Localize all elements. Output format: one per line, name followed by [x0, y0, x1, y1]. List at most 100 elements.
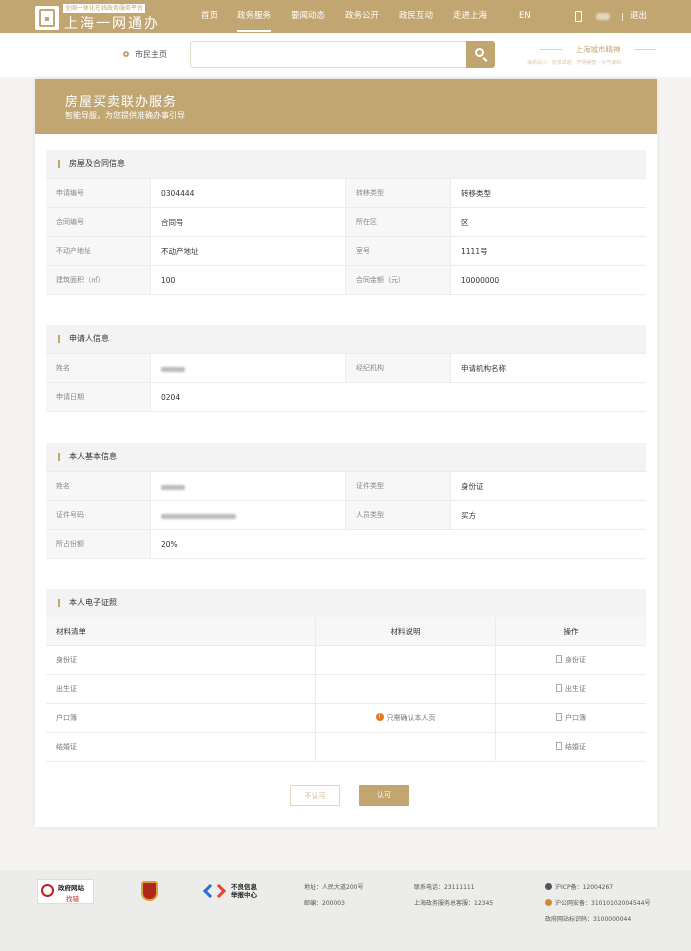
action-label[interactable]: 户口簿: [565, 714, 586, 722]
nav-gov-services[interactable]: 政务服务: [237, 0, 272, 33]
field-value: 10000000: [461, 276, 500, 285]
action-label[interactable]: 身份证: [565, 656, 586, 664]
field-value: 身份证: [461, 482, 484, 491]
footer-postcode: 邮编：200003: [304, 900, 345, 907]
personal-info-grid: 姓名 证件类型 身份证 证件号码 人员类型 买方 所占份额 20%: [46, 471, 646, 559]
table-row: 姓名 经纪机构 申请机构名称: [46, 354, 646, 383]
nav-gov-open[interactable]: 政务公开: [345, 0, 379, 33]
view-license-link[interactable]: 出生证: [496, 675, 646, 703]
field-label: 证件号码: [46, 501, 151, 529]
logo-icon[interactable]: [35, 6, 59, 30]
masked-name: [161, 484, 185, 490]
field-value: 不动产地址: [151, 237, 346, 265]
search-input[interactable]: [190, 41, 468, 68]
table-row: 所占份额 20%: [46, 530, 646, 559]
nav-news[interactable]: 要闻动态: [291, 0, 325, 33]
city-spirit-subtitle: 海纳百川 · 追求卓越 · 开明睿智 · 大气谦和: [527, 60, 622, 66]
report-center-icon[interactable]: [202, 883, 227, 899]
material-note: [316, 675, 496, 703]
footer-icp[interactable]: 沪ICP备：12004267: [545, 882, 613, 891]
field-value: 20%: [161, 540, 178, 549]
house-info-grid: 申请编号 0304444 转移类型 转移类型 合同编号 合同号 所在区 区 不动…: [46, 178, 646, 295]
nav-home[interactable]: 首页: [201, 0, 218, 33]
material-name: 身份证: [46, 646, 316, 674]
field-label: 姓名: [46, 472, 151, 500]
police-text[interactable]: 沪公网安备：31010102004544号: [555, 900, 650, 907]
nav-english[interactable]: EN: [519, 0, 531, 33]
police-badge-icon: [545, 899, 552, 906]
section-applicant-title: 申请人信息: [46, 325, 646, 353]
field-label: 合同编号: [46, 208, 151, 236]
table-row: 出生证 出生证: [46, 675, 646, 704]
material-name: 户口簿: [46, 704, 316, 732]
material-note: ! 只需确认本人页: [316, 704, 496, 732]
footer-phone: 联系电话：23111111: [414, 884, 475, 891]
report-center-name[interactable]: 不良信息举报中心: [231, 883, 261, 899]
material-note: [316, 646, 496, 674]
column-header: 材料清单: [46, 617, 316, 645]
nav-interaction[interactable]: 政民互动: [399, 0, 433, 33]
field-label: 人员类型: [346, 501, 451, 529]
action-label[interactable]: 结婚证: [565, 743, 586, 751]
field-value: 100: [151, 266, 346, 294]
footer-address: 地址：人民大道200号: [304, 884, 364, 891]
table-row: 姓名 证件类型 身份证: [46, 472, 646, 501]
field-label: 合同金额（元）: [346, 266, 451, 294]
field-value: 0204: [161, 393, 181, 402]
table-row: 结婚证 结婚证: [46, 733, 646, 762]
page-subtitle: 智能导服，为您提供准确办事引导: [65, 111, 185, 120]
table-row: 不动产地址 不动产地址 室号 1111号: [46, 237, 646, 266]
info-icon: [545, 883, 552, 890]
logo-name[interactable]: 上海一网通办: [64, 13, 160, 33]
city-spirit-title: 上海城市精神: [540, 44, 656, 55]
citizen-home-link[interactable]: 市民主页: [135, 49, 167, 60]
field-label: 所占份额: [46, 530, 151, 558]
icp-text[interactable]: 沪ICP备：12004267: [555, 884, 613, 891]
field-label: 不动产地址: [46, 237, 151, 265]
material-name: 出生证: [46, 675, 316, 703]
warning-icon: !: [375, 713, 384, 721]
section-license-title: 本人电子证照: [46, 589, 646, 617]
document-icon: [556, 655, 562, 663]
field-label: 所在区: [346, 208, 451, 236]
column-header: 操作: [563, 627, 579, 636]
gov-site-sub: 找错: [66, 895, 79, 903]
table-row: 身份证 身份证: [46, 646, 646, 675]
material-note: [316, 733, 496, 761]
magnifier-icon: [41, 884, 54, 897]
service-banner: 房屋买卖联办服务 智能导服，为您提供准确办事引导: [35, 79, 657, 134]
gov-site-error-report-logo[interactable]: 政府网站 找错: [37, 879, 94, 904]
field-value: [151, 501, 346, 529]
field-label: 建筑面积（㎡）: [46, 266, 151, 294]
mobile-icon[interactable]: [575, 11, 582, 22]
table-row: 建筑面积（㎡） 100 合同金额（元） 10000000: [46, 266, 646, 295]
view-license-link[interactable]: 身份证: [496, 646, 646, 674]
masked-name: [161, 366, 185, 372]
table-header-row: 材料清单 材料说明 操作: [46, 617, 646, 646]
table-row: 申请日期 0204: [46, 383, 646, 412]
material-name: 结婚证: [46, 733, 316, 761]
gov-site-title: 政府网站: [58, 884, 84, 892]
nav-about-shanghai[interactable]: 走进上海: [453, 0, 487, 33]
search-button[interactable]: [466, 41, 495, 68]
logout-link[interactable]: 退出: [630, 0, 647, 33]
field-value: 1111号: [461, 247, 488, 256]
view-license-link[interactable]: 结婚证: [496, 733, 646, 761]
field-value: [151, 354, 346, 382]
separator: |: [621, 12, 624, 21]
search-icon: [475, 48, 484, 57]
view-license-link[interactable]: 户口簿: [496, 704, 646, 732]
footer-site-code: 政府网站标识码：3100000044: [545, 916, 632, 923]
reject-button[interactable]: 不认可: [290, 785, 340, 806]
field-label: 室号: [346, 237, 451, 265]
field-label: 证件类型: [346, 472, 451, 500]
user-name[interactable]: [596, 13, 610, 20]
field-label: 姓名: [46, 354, 151, 382]
field-label: 转移类型: [346, 179, 451, 207]
party-emblem-icon[interactable]: [141, 881, 158, 901]
field-label: 申请日期: [46, 383, 151, 411]
action-label[interactable]: 出生证: [565, 685, 586, 693]
footer-police[interactable]: 沪公网安备：31010102004544号: [545, 898, 650, 907]
location-pin-icon: [123, 51, 129, 57]
accept-button[interactable]: 认可: [359, 785, 409, 806]
